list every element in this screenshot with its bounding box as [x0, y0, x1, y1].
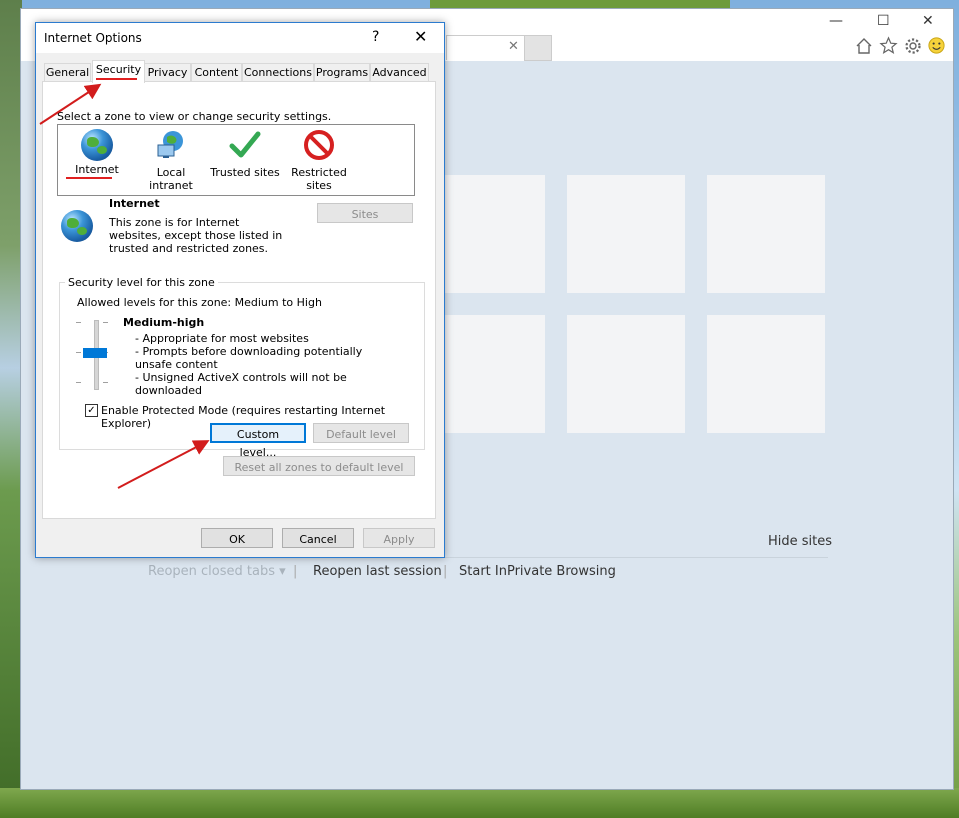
annotation-underline — [96, 78, 137, 80]
annotation-arrow — [117, 440, 210, 489]
annotation-arrow — [39, 83, 102, 125]
annotation-arrows — [39, 83, 210, 489]
